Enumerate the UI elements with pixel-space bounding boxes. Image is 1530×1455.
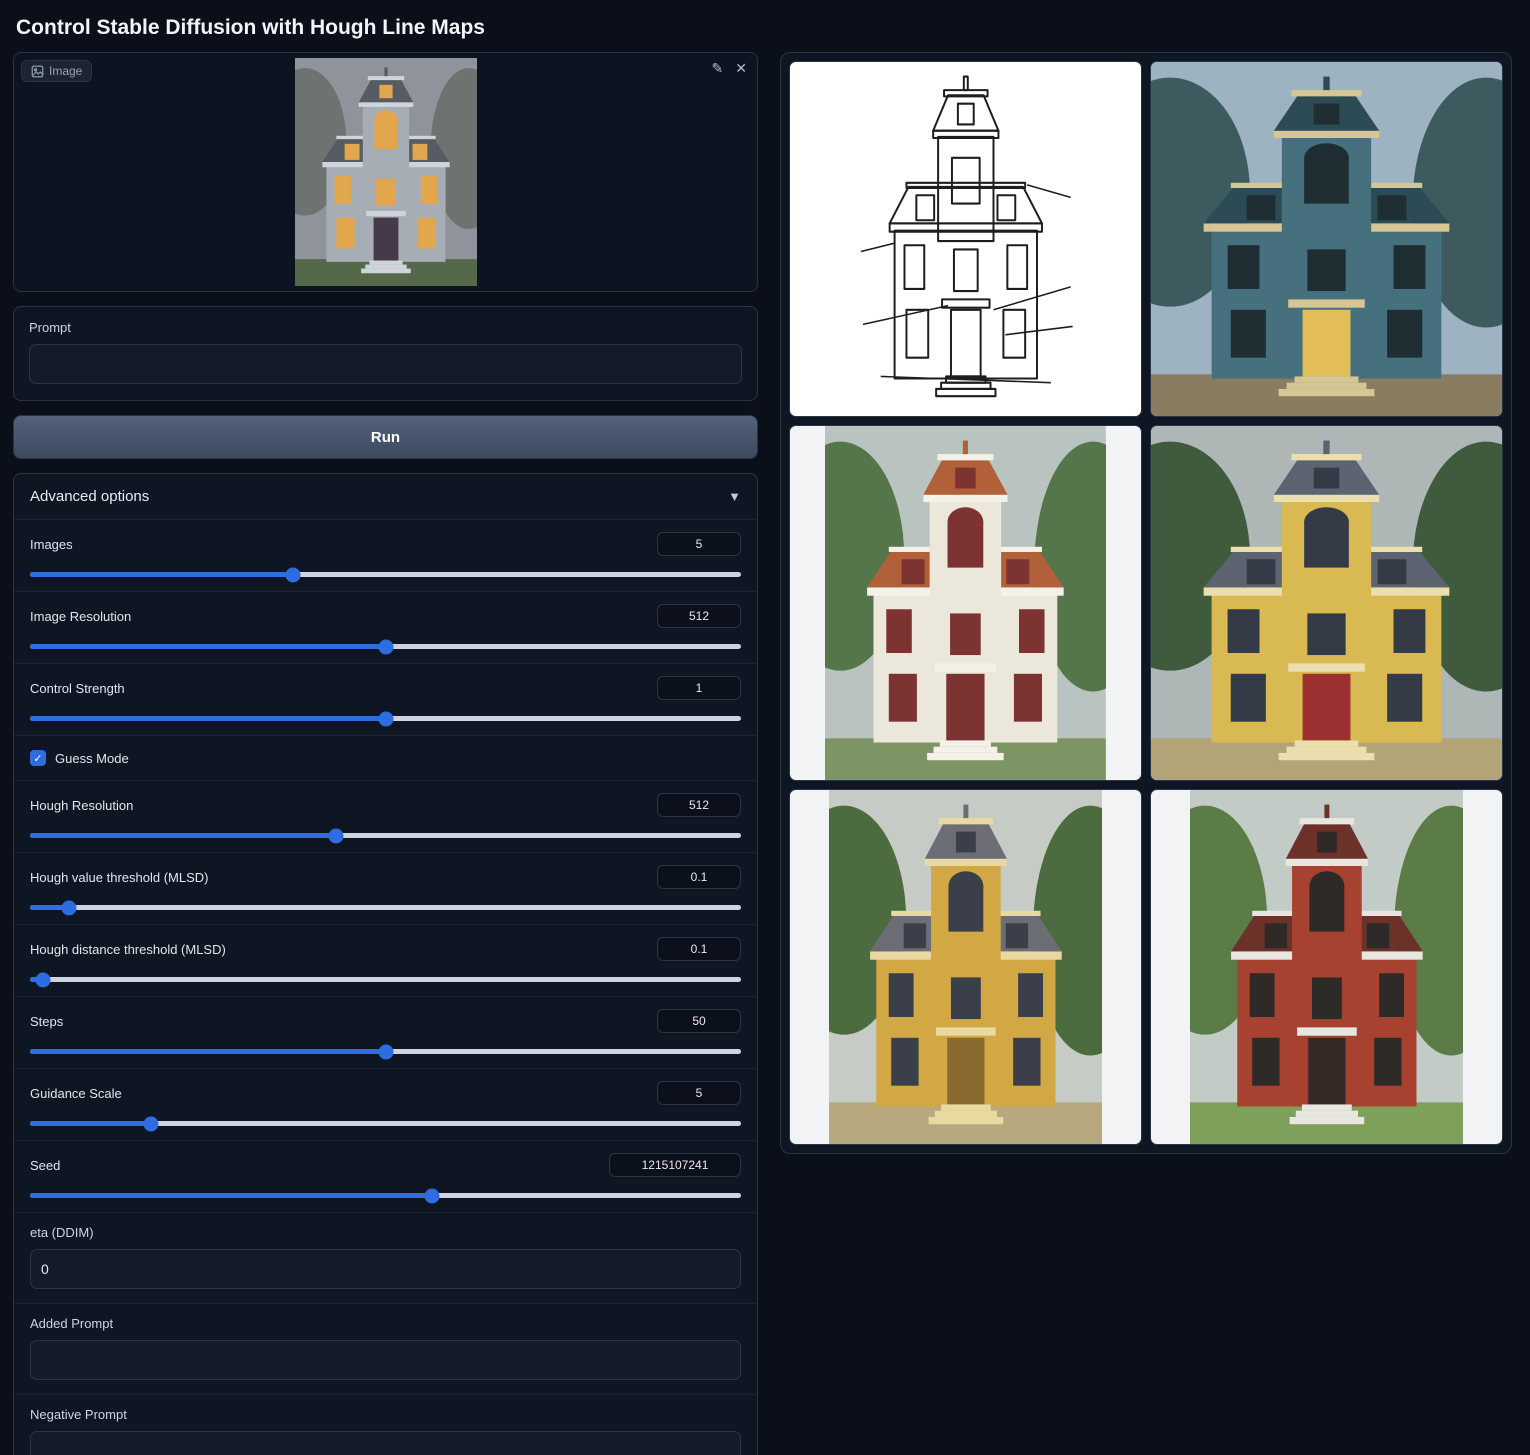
hough-resolution-slider[interactable] (30, 833, 741, 838)
slider-block-hough-value-threshold: Hough value threshold (MLSD) (14, 852, 757, 924)
slider-fill (30, 1049, 386, 1054)
prompt-panel: Prompt (13, 306, 758, 401)
hough-distance-threshold-slider[interactable] (30, 977, 741, 982)
slider-block-guidance-scale: Guidance Scale (14, 1068, 757, 1140)
slider-thumb[interactable] (62, 900, 77, 915)
images-value-input[interactable] (657, 532, 741, 556)
steps-slider[interactable] (30, 1049, 741, 1054)
hough-resolution-value-input[interactable] (657, 793, 741, 817)
right-column (780, 52, 1512, 1154)
run-button[interactable]: Run (13, 415, 758, 459)
guidance-scale-value-input[interactable] (657, 1081, 741, 1105)
generated-image-1 (1151, 62, 1502, 416)
generated-image-2 (825, 426, 1106, 780)
edit-image-button[interactable]: ✎ (712, 61, 724, 75)
gallery-item-result-3[interactable] (1150, 425, 1503, 781)
gallery-item-hough-map[interactable] (789, 61, 1142, 417)
seed-slider-label: Seed (30, 1158, 60, 1173)
slider-block-steps: Steps (14, 996, 757, 1068)
slider-block-image-resolution: Image Resolution (14, 591, 757, 663)
slider-thumb[interactable] (286, 567, 301, 582)
image-label: Image (49, 64, 82, 78)
steps-value-input[interactable] (657, 1009, 741, 1033)
hough-distance-threshold-value-input[interactable] (657, 937, 741, 961)
slider-block-hough-distance-threshold: Hough distance threshold (MLSD) (14, 924, 757, 996)
image-resolution-slider-label: Image Resolution (30, 609, 131, 624)
guess-mode-checkbox[interactable]: ✓ (30, 750, 46, 766)
gallery-item-result-4[interactable] (789, 789, 1142, 1145)
control-strength-slider[interactable] (30, 716, 741, 721)
slider-fill (30, 644, 386, 649)
prompt-label: Prompt (29, 320, 742, 335)
slider-fill (30, 1121, 151, 1126)
main-layout: Image ✎ ✕ Prompt Run Advanced options ▼ … (0, 52, 1530, 1455)
slider-block-seed: Seed (14, 1140, 757, 1212)
negative-prompt-input[interactable] (30, 1431, 741, 1455)
slider-block-hough-resolution: Hough Resolution (14, 780, 757, 852)
eta-input[interactable] (30, 1249, 741, 1289)
page-title: Control Stable Diffusion with Hough Line… (0, 0, 1530, 52)
slider-thumb[interactable] (143, 1116, 158, 1131)
image-resolution-slider[interactable] (30, 644, 741, 649)
added-prompt-label: Added Prompt (30, 1316, 741, 1331)
gallery-item-result-2[interactable] (789, 425, 1142, 781)
slider-block-control-strength: Control Strength (14, 663, 757, 735)
slider-fill (30, 716, 386, 721)
hough-line-map-image (857, 62, 1075, 416)
advanced-options-title: Advanced options (30, 488, 149, 505)
generated-image-3 (1151, 426, 1502, 780)
control-strength-value-input[interactable] (657, 676, 741, 700)
slider-thumb[interactable] (378, 1044, 393, 1059)
guess-mode-checkbox-row[interactable]: ✓ Guess Mode (14, 735, 757, 780)
control-strength-slider-label: Control Strength (30, 681, 125, 696)
negative-prompt-label: Negative Prompt (30, 1407, 741, 1422)
hough-value-threshold-slider[interactable] (30, 905, 741, 910)
negative-prompt-block: Negative Prompt (14, 1394, 757, 1455)
left-column: Image ✎ ✕ Prompt Run Advanced options ▼ … (13, 52, 758, 1455)
image-label-chip: Image (21, 60, 92, 82)
generated-image-5 (1190, 790, 1464, 1144)
image-resolution-value-input[interactable] (657, 604, 741, 628)
slider-thumb[interactable] (424, 1188, 439, 1203)
slider-fill (30, 1193, 432, 1198)
hough-distance-threshold-slider-label: Hough distance threshold (MLSD) (30, 942, 226, 957)
image-icon (31, 65, 44, 78)
gallery-item-result-1[interactable] (1150, 61, 1503, 417)
input-image-panel[interactable]: Image ✎ ✕ (13, 52, 758, 292)
generated-image-4 (829, 790, 1103, 1144)
output-gallery (780, 52, 1512, 1154)
seed-slider[interactable] (30, 1193, 741, 1198)
check-icon: ✓ (33, 752, 42, 765)
gallery-item-result-5[interactable] (1150, 789, 1503, 1145)
slider-fill (30, 833, 336, 838)
hough-resolution-slider-label: Hough Resolution (30, 798, 133, 813)
prompt-input[interactable] (29, 344, 742, 384)
seed-value-input[interactable] (609, 1153, 741, 1177)
input-image-preview (295, 58, 477, 286)
advanced-options-header[interactable]: Advanced options ▼ (14, 474, 757, 519)
hough-value-threshold-value-input[interactable] (657, 865, 741, 889)
images-slider-label: Images (30, 537, 73, 552)
added-prompt-block: Added Prompt (14, 1303, 757, 1394)
slider-thumb[interactable] (328, 828, 343, 843)
guidance-scale-slider[interactable] (30, 1121, 741, 1126)
slider-thumb[interactable] (378, 639, 393, 654)
steps-slider-label: Steps (30, 1014, 63, 1029)
hough-value-threshold-slider-label: Hough value threshold (MLSD) (30, 870, 208, 885)
guidance-scale-slider-label: Guidance Scale (30, 1086, 122, 1101)
advanced-options-panel: Advanced options ▼ Images Image Resoluti… (13, 473, 758, 1455)
eta-label: eta (DDIM) (30, 1225, 741, 1240)
images-slider[interactable] (30, 572, 741, 577)
guess-mode-label: Guess Mode (55, 751, 129, 766)
added-prompt-input[interactable] (30, 1340, 741, 1380)
slider-thumb[interactable] (35, 972, 50, 987)
slider-fill (30, 572, 293, 577)
clear-image-button[interactable]: ✕ (735, 61, 747, 75)
chevron-down-icon: ▼ (728, 489, 741, 504)
slider-block-images: Images (14, 519, 757, 591)
slider-thumb[interactable] (378, 711, 393, 726)
eta-block: eta (DDIM) (14, 1212, 757, 1303)
